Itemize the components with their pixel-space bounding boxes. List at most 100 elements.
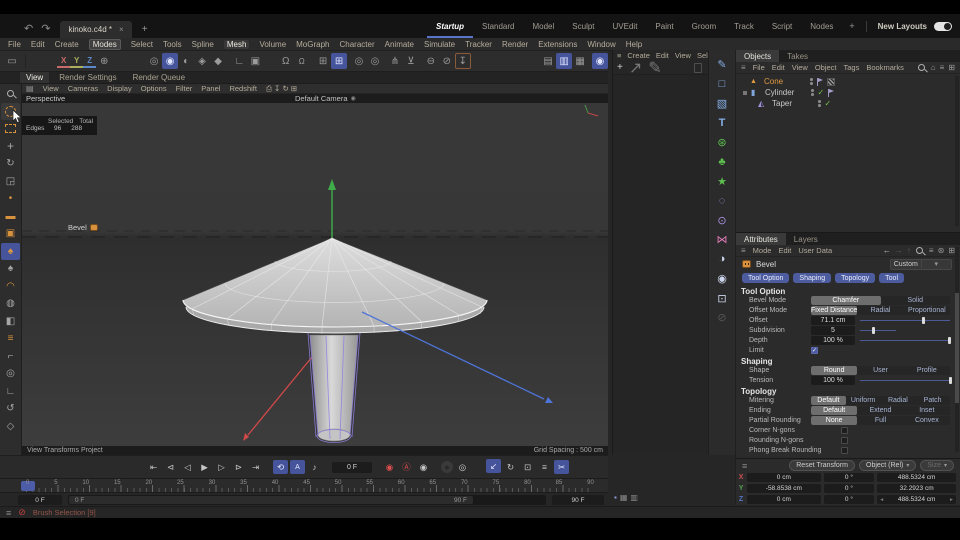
- nav-back-icon[interactable]: ←: [883, 246, 891, 255]
- add-document-icon[interactable]: +: [142, 24, 148, 35]
- option-proportional[interactable]: Proportional: [904, 306, 950, 315]
- snap-magnet-icon[interactable]: Ω: [278, 53, 294, 69]
- texture-tag-icon[interactable]: [826, 77, 835, 86]
- preset-dropdown[interactable]: Custom ▾: [890, 258, 952, 270]
- current-frame-field[interactable]: 0 F: [332, 461, 372, 473]
- sound-button[interactable]: ♪: [307, 460, 322, 474]
- record-rotation-button[interactable]: ↻: [503, 460, 518, 474]
- camera-selector[interactable]: Default Camera ◉: [295, 94, 356, 103]
- option-uniform[interactable]: Uniform: [846, 396, 881, 405]
- om-menu-bookmarks[interactable]: Bookmarks: [866, 63, 904, 72]
- subdivision-field[interactable]: 5: [811, 325, 855, 335]
- menu-file[interactable]: File: [8, 40, 21, 49]
- fcurve-view-icon[interactable]: ▥: [630, 493, 638, 502]
- menu-render[interactable]: Render: [502, 40, 528, 49]
- edge-pen-icon[interactable]: ▬: [1, 208, 20, 225]
- maximize-view-icon[interactable]: ⊞: [291, 84, 297, 93]
- record-pla-button[interactable]: ✂: [554, 460, 569, 474]
- view-layout-icon[interactable]: ▤: [26, 84, 34, 93]
- vp-menu-display[interactable]: Display: [107, 84, 132, 93]
- add-icon[interactable]: +: [617, 62, 623, 73]
- tab-shaping[interactable]: Shaping: [793, 273, 832, 283]
- close-tab-icon[interactable]: ×: [119, 25, 124, 34]
- home-icon[interactable]: ⌂: [931, 63, 936, 72]
- new-layouts-toggle[interactable]: [934, 21, 952, 31]
- option-radial[interactable]: Radial: [881, 396, 916, 405]
- points-mode-icon[interactable]: ◐: [178, 53, 194, 69]
- render-view-icon[interactable]: ▤: [540, 53, 556, 69]
- option-solid[interactable]: Solid: [881, 296, 951, 305]
- scroll-box-icon[interactable]: [694, 63, 702, 73]
- menu-tools[interactable]: Tools: [163, 40, 182, 49]
- locked-workplane-icon[interactable]: ◎: [351, 53, 367, 69]
- null-object-icon[interactable]: ⊙: [712, 211, 733, 229]
- tab-takes[interactable]: Takes: [779, 50, 816, 62]
- option-user[interactable]: User: [857, 366, 903, 375]
- range-scroll-thumb[interactable]: 0 F 90 F: [69, 496, 473, 504]
- menu-extensions[interactable]: Extensions: [538, 40, 577, 49]
- mini-timeline-icon[interactable]: ▪: [614, 493, 617, 502]
- rot-z-field[interactable]: 0 °: [823, 494, 875, 504]
- polygons-mode-icon[interactable]: ◆: [210, 53, 226, 69]
- workspace-tab-paint[interactable]: Paint: [646, 14, 682, 38]
- vp-menu-cameras[interactable]: Cameras: [68, 84, 98, 93]
- keyframe-selection-button[interactable]: ◉: [416, 460, 431, 474]
- status-menu-icon[interactable]: ≡: [6, 508, 11, 518]
- pen-icon[interactable]: ✎: [648, 58, 661, 78]
- menu-volume[interactable]: Volume: [259, 40, 286, 49]
- offset-slider[interactable]: [860, 316, 950, 325]
- tab-view[interactable]: View: [20, 72, 50, 83]
- om-menu-edit[interactable]: Edit: [772, 63, 785, 72]
- viewport[interactable]: ▤ View Cameras Display Options Filter Pa…: [22, 84, 608, 455]
- enabled-check-icon[interactable]: ✓: [818, 88, 825, 97]
- om-menu-tags[interactable]: Tags: [844, 63, 860, 72]
- record-parameter-button[interactable]: ≡: [537, 460, 552, 474]
- minimize-timeline-icon[interactable]: ↙: [486, 459, 501, 473]
- tension-slider[interactable]: [860, 376, 953, 385]
- move-tool-icon[interactable]: +: [1, 138, 20, 155]
- option-fixed-distance[interactable]: Fixed Distance: [811, 305, 858, 315]
- planar-workplane-icon[interactable]: ◎: [367, 53, 383, 69]
- world-coords-icon[interactable]: ⊕: [96, 53, 112, 69]
- am-menu-edit[interactable]: Edit: [778, 246, 791, 255]
- option-round[interactable]: Round: [811, 365, 858, 375]
- menu-character[interactable]: Character: [340, 40, 375, 49]
- depth-field[interactable]: 100 %: [811, 335, 855, 345]
- key-view-icon[interactable]: ▦: [620, 493, 628, 502]
- option-inset[interactable]: Inset: [904, 406, 950, 415]
- option-default[interactable]: Default: [811, 395, 846, 405]
- phong-break-checkbox[interactable]: [841, 446, 848, 454]
- text-object-icon[interactable]: T: [712, 114, 733, 132]
- scale-y-field[interactable]: 32.2923 cm: [877, 483, 956, 493]
- pos-y-field[interactable]: -58.8538 cm: [747, 483, 821, 493]
- tab-objects[interactable]: Objects: [736, 50, 780, 62]
- vp-menu-options[interactable]: Options: [141, 84, 167, 93]
- search-icon[interactable]: [917, 63, 927, 73]
- filter-icon[interactable]: ≡: [929, 246, 934, 255]
- stepper-left-icon[interactable]: ◄: [879, 497, 884, 503]
- am-menu-userdata[interactable]: User Data: [798, 246, 832, 255]
- menu-edit[interactable]: Edit: [31, 40, 45, 49]
- remove-guide-icon[interactable]: ⊖: [423, 53, 439, 69]
- object-row-taper[interactable]: ◭ Taper ✓: [742, 98, 956, 109]
- object-row-cone[interactable]: ▲ Cone: [742, 76, 956, 87]
- redo-icon[interactable]: ↷: [41, 22, 50, 35]
- menu-mograph[interactable]: MoGraph: [296, 40, 329, 49]
- object-mode-icon[interactable]: ◉: [162, 53, 179, 69]
- pos-z-field[interactable]: 0 cm: [747, 494, 821, 504]
- arc-tool-icon[interactable]: ◠: [1, 278, 20, 295]
- bevel-tool-icon[interactable]: ♠: [1, 242, 20, 260]
- option-profile[interactable]: Profile: [904, 366, 950, 375]
- play-button[interactable]: ▶: [197, 460, 212, 474]
- option-patch[interactable]: Patch: [915, 396, 950, 405]
- mp-menu-view[interactable]: View: [675, 51, 691, 60]
- menu-tracker[interactable]: Tracker: [465, 40, 492, 49]
- pick-arrow-icon[interactable]: ↗: [629, 58, 642, 78]
- vp-menu-view[interactable]: View: [43, 84, 59, 93]
- stepper-right-icon[interactable]: ►: [949, 497, 954, 503]
- object-row-cylinder[interactable]: ▮ Cylinder ✓: [742, 87, 956, 98]
- popout-icon[interactable]: ⊞: [948, 63, 955, 72]
- disable-guide-icon[interactable]: ⊘: [439, 53, 455, 69]
- tab-attributes[interactable]: Attributes: [736, 233, 786, 245]
- vp-menu-panel[interactable]: Panel: [201, 84, 220, 93]
